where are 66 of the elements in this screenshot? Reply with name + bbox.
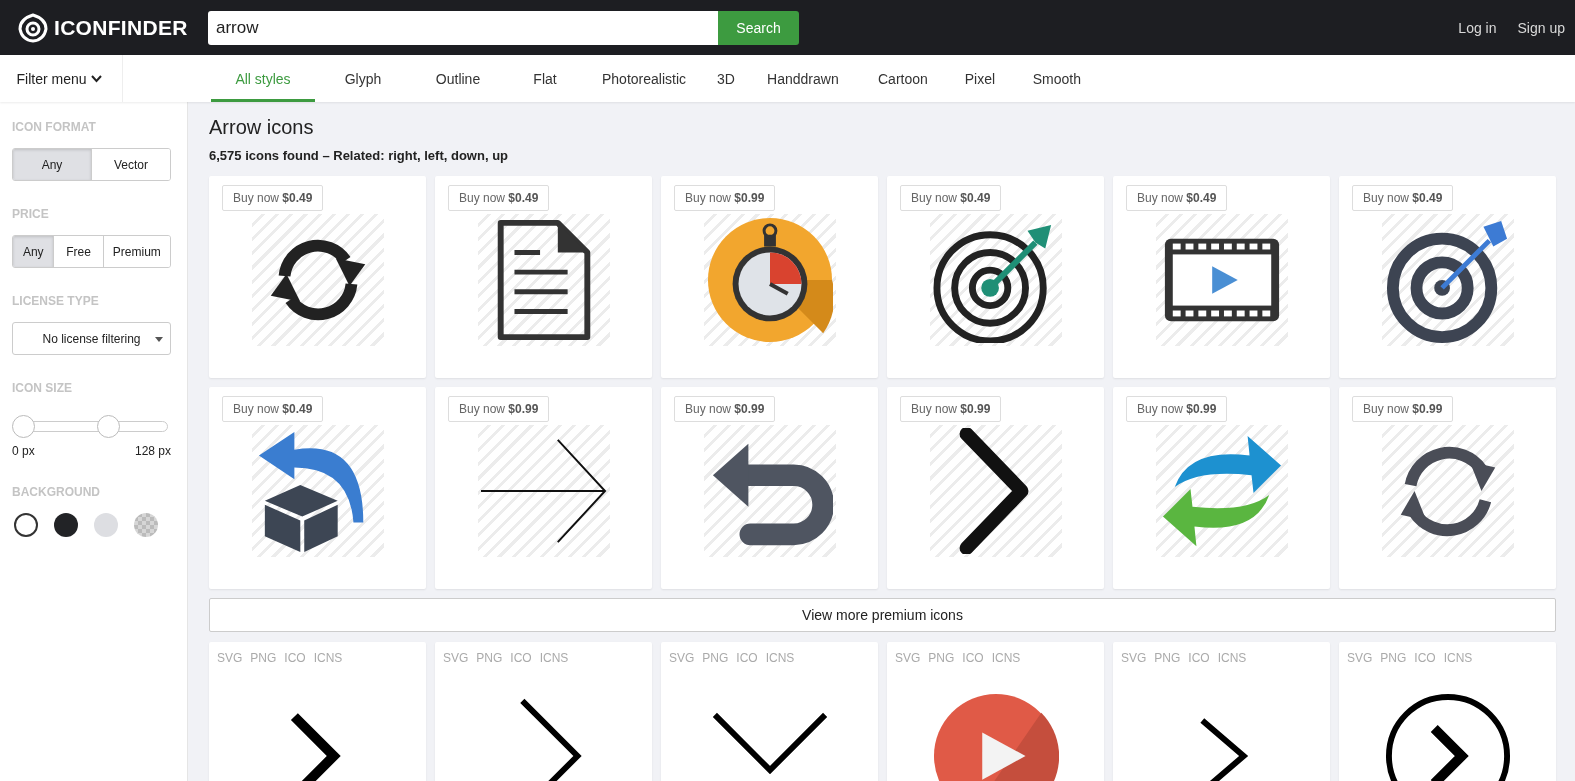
style-tab[interactable]: Flat	[505, 55, 585, 102]
buy-now-button[interactable]: Buy now $0.99	[1352, 396, 1454, 422]
logo-icon	[18, 12, 48, 43]
logo-text: ICONFINDER	[54, 15, 188, 40]
style-tab[interactable]: Smooth	[1010, 55, 1103, 102]
format-option[interactable]: Any	[13, 149, 91, 180]
icon-card[interactable]: Buy now $0.49	[435, 176, 652, 378]
buy-now-button[interactable]: Buy now $0.49	[222, 185, 324, 211]
header-link[interactable]: Sign up	[1517, 19, 1565, 36]
header-link[interactable]: Log in	[1458, 19, 1497, 36]
style-tab[interactable]: 3D	[703, 55, 749, 102]
filter-menu-button[interactable]: Filter menu	[0, 55, 123, 102]
buy-now-button[interactable]: Buy now $0.49	[1126, 185, 1228, 211]
style-tab[interactable]: Outline	[411, 55, 505, 102]
price-option[interactable]: Premium	[102, 236, 170, 267]
icon-card[interactable]: Buy now $0.99	[1339, 387, 1556, 589]
buy-now-button[interactable]: Buy now $0.49	[448, 185, 550, 211]
stopwatch-icon	[706, 217, 833, 343]
icon-card[interactable]: Buy now $0.99	[887, 387, 1104, 589]
slider-thumb[interactable]	[97, 415, 121, 438]
style-tab[interactable]: Photorealistic	[585, 55, 703, 102]
buy-now-button[interactable]: Buy now $0.99	[1126, 396, 1228, 422]
section-title: PRICE	[12, 207, 50, 221]
background-swatch[interactable]	[14, 513, 38, 537]
icon-card[interactable]: Buy now $0.49	[887, 176, 1104, 378]
icon-card[interactable]: Buy now $0.99	[1113, 387, 1330, 589]
style-tab[interactable]: Glyph	[315, 55, 411, 102]
style-tab[interactable]: Handdrawn	[748, 55, 857, 102]
buy-now-button[interactable]: Buy now $0.99	[900, 396, 1002, 422]
results-summary: 6,575 icons found – Related: right, left, down, up	[209, 148, 510, 163]
buy-now-button[interactable]: Buy now $0.99	[674, 185, 776, 211]
min-size-label: 0 px	[12, 444, 35, 458]
section-title: ICON SIZE	[12, 381, 73, 395]
icon-card[interactable]: Buy now $0.49	[209, 176, 426, 378]
icon-card[interactable]: Buy now $0.99	[661, 387, 878, 589]
icon-card[interactable]: Buy now $0.99	[435, 387, 652, 589]
icon-card[interactable]: Buy now $0.99	[661, 176, 878, 378]
page-title: Arrow icons	[209, 116, 315, 139]
max-size-label: 128 px	[134, 444, 171, 458]
search-field[interactable]: arrow	[208, 10, 718, 45]
buy-now-button[interactable]: Buy now $0.49	[1352, 185, 1454, 211]
buy-now-button[interactable]: Buy now $0.99	[448, 396, 550, 422]
icon-card[interactable]: Buy now $0.49	[1113, 176, 1330, 378]
style-tab[interactable]: Cartoon	[856, 55, 949, 102]
style-tab[interactable]: Pixel	[948, 55, 1011, 102]
buy-now-button[interactable]: Buy now $0.99	[674, 396, 776, 422]
search-button[interactable]: Search	[718, 10, 799, 45]
price-option[interactable]: Any	[13, 236, 54, 267]
chevron-down-icon	[90, 74, 102, 83]
transparent-swatch[interactable]	[134, 513, 158, 537]
icon-card[interactable]: Buy now $0.49	[1339, 176, 1556, 378]
section-title: BACKGROUND	[12, 485, 101, 499]
buy-now-button[interactable]: Buy now $0.49	[222, 396, 324, 422]
icon-card[interactable]: Buy now $0.49	[209, 387, 426, 589]
background-swatch[interactable]	[54, 513, 78, 537]
slider-thumb[interactable]	[12, 415, 35, 438]
buy-now-button[interactable]: Buy now $0.49	[900, 185, 1002, 211]
style-tab[interactable]: All styles	[211, 55, 315, 102]
section-title: LICENSE TYPE	[12, 294, 100, 308]
format-option[interactable]: Vector	[91, 149, 170, 180]
view-more-button[interactable]: View more premium icons	[209, 598, 1556, 632]
dropdown-caret-icon	[155, 337, 163, 342]
background-swatch[interactable]	[94, 513, 118, 537]
license-dropdown[interactable]: No license filtering	[12, 322, 171, 355]
play-button-icon	[932, 693, 1059, 781]
section-title: ICON FORMAT	[12, 120, 97, 134]
